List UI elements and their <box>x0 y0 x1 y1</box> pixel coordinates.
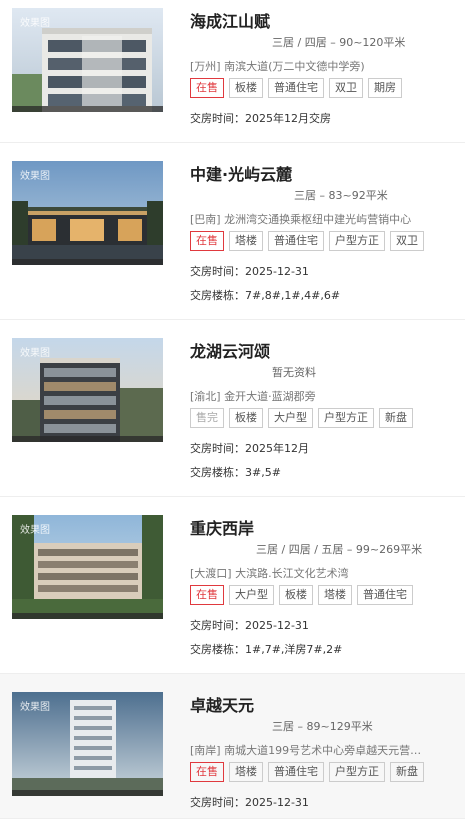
delivery-buildings: 交房楼栋：3#,5# <box>190 466 281 479</box>
list-item[interactable]: 效果图 海成江山赋 三居 / 四居 – 90~120平米 [万州] 南滨大道(万… <box>0 0 465 143</box>
photo-footer-bar <box>12 613 163 619</box>
property-photo[interactable]: 效果图 <box>12 515 163 619</box>
status-badge: 在售 <box>190 78 224 98</box>
property-photo[interactable]: 效果图 <box>12 8 163 112</box>
tag: 户型方正 <box>329 762 385 782</box>
item-info: 卓越天元 三居 – 89~129平米 [南岸] 南城大道199号艺术中心旁卓越天… <box>190 674 465 818</box>
property-meta: 三居 – 89~129平米 <box>272 720 373 733</box>
list-item[interactable]: 效果图 龙湖云河颂 暂无资料 [渝北] 金开大道·蓝湖郡旁 售完 板楼 大户型 … <box>0 320 465 497</box>
status-badge: 在售 <box>190 231 224 251</box>
tag: 户型方正 <box>318 408 374 428</box>
tag: 大户型 <box>229 585 274 605</box>
list-item[interactable]: 效果图 中建·光屿云麓 三居 – 83~92平米 [巴南] 龙洲湾交通换乘枢纽中… <box>0 143 465 320</box>
property-address: [巴南] 龙洲湾交通换乘枢纽中建光屿营销中心 <box>190 213 412 226</box>
tag: 大户型 <box>268 408 313 428</box>
list-item[interactable]: 效果图 卓越天元 三居 – 89~129平米 [南岸] 南城大道199号艺术中心… <box>0 674 465 819</box>
tag: 双卫 <box>390 231 424 251</box>
tag: 普通住宅 <box>268 78 324 98</box>
tag: 期房 <box>368 78 402 98</box>
delivery-time: 交房时间：2025年12月交房 <box>190 112 331 125</box>
photo-footer-bar <box>12 790 163 796</box>
delivery-time: 交房时间：2025-12-31 <box>190 265 309 278</box>
tag-list: 在售 塔楼 普通住宅 户型方正 双卫 <box>190 231 424 251</box>
watermark-label: 效果图 <box>20 525 50 536</box>
property-address: [渝北] 金开大道·蓝湖郡旁 <box>190 390 316 403</box>
property-photo[interactable]: 效果图 <box>12 338 163 442</box>
tag: 双卫 <box>329 78 363 98</box>
delivery-time: 交房时间：2025年12月 <box>190 442 309 455</box>
tag: 板楼 <box>229 78 263 98</box>
item-info: 海成江山赋 三居 / 四居 – 90~120平米 [万州] 南滨大道(万二中文德… <box>190 0 465 142</box>
tag-list: 售完 板楼 大户型 户型方正 新盘 <box>190 408 413 428</box>
property-name[interactable]: 龙湖云河颂 <box>190 338 270 362</box>
watermark-label: 效果图 <box>20 702 50 713</box>
tag-list: 在售 大户型 板楼 塔楼 普通住宅 <box>190 585 413 605</box>
property-name[interactable]: 重庆西岸 <box>190 515 254 539</box>
item-info: 中建·光屿云麓 三居 – 83~92平米 [巴南] 龙洲湾交通换乘枢纽中建光屿营… <box>190 143 465 319</box>
tag: 塔楼 <box>318 585 352 605</box>
tag: 板楼 <box>279 585 313 605</box>
list-item[interactable]: 效果图 重庆西岸 三居 / 四居 / 五居 – 99~269平米 [大渡口] 大… <box>0 497 465 674</box>
delivery-time: 交房时间：2025-12-31 <box>190 619 309 632</box>
tag: 普通住宅 <box>268 762 324 782</box>
tag-list: 在售 板楼 普通住宅 双卫 期房 <box>190 78 402 98</box>
photo-footer-bar <box>12 106 163 112</box>
status-badge: 在售 <box>190 762 224 782</box>
property-photo[interactable]: 效果图 <box>12 692 163 796</box>
tag: 板楼 <box>229 408 263 428</box>
delivery-buildings: 交房楼栋：7#,8#,1#,4#,6# <box>190 289 341 302</box>
property-meta: 三居 / 四居 / 五居 – 99~269平米 <box>256 543 423 556</box>
delivery-time: 交房时间：2025-12-31 <box>190 796 309 809</box>
property-list: 效果图 海成江山赋 三居 / 四居 – 90~120平米 [万州] 南滨大道(万… <box>0 0 465 819</box>
photo-footer-bar <box>12 436 163 442</box>
tag: 普通住宅 <box>357 585 413 605</box>
property-meta: 三居 / 四居 – 90~120平米 <box>272 36 406 49</box>
tag: 新盘 <box>379 408 413 428</box>
property-name[interactable]: 海成江山赋 <box>190 8 270 32</box>
property-address: [万州] 南滨大道(万二中文德中学旁) <box>190 60 365 73</box>
tag: 塔楼 <box>229 762 263 782</box>
property-name[interactable]: 卓越天元 <box>190 692 254 716</box>
property-address: [南岸] 南城大道199号艺术中心旁卓越天元营销... <box>190 744 430 757</box>
tag: 新盘 <box>390 762 424 782</box>
status-badge: 在售 <box>190 585 224 605</box>
tag: 塔楼 <box>229 231 263 251</box>
property-photo[interactable]: 效果图 <box>12 161 163 265</box>
watermark-label: 效果图 <box>20 348 50 359</box>
tag-list: 在售 塔楼 普通住宅 户型方正 新盘 <box>190 762 424 782</box>
item-info: 龙湖云河颂 暂无资料 [渝北] 金开大道·蓝湖郡旁 售完 板楼 大户型 户型方正… <box>190 320 465 496</box>
photo-footer-bar <box>12 259 163 265</box>
property-name[interactable]: 中建·光屿云麓 <box>190 161 292 185</box>
tag: 户型方正 <box>329 231 385 251</box>
watermark-label: 效果图 <box>20 171 50 182</box>
item-info: 重庆西岸 三居 / 四居 / 五居 – 99~269平米 [大渡口] 大滨路.长… <box>190 497 465 673</box>
property-meta: 三居 – 83~92平米 <box>294 189 388 202</box>
tag: 普通住宅 <box>268 231 324 251</box>
property-address: [大渡口] 大滨路.长江文化艺术湾 <box>190 567 349 580</box>
watermark-label: 效果图 <box>20 18 50 29</box>
status-badge: 售完 <box>190 408 224 428</box>
delivery-buildings: 交房楼栋：1#,7#,洋房7#,2# <box>190 643 343 656</box>
property-meta: 暂无资料 <box>272 366 316 379</box>
